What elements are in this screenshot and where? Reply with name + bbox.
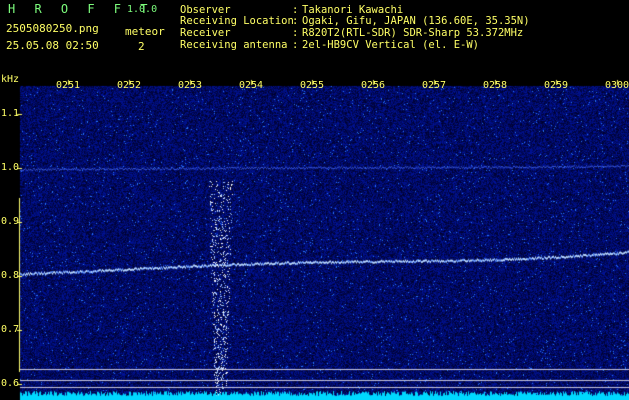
meteor-label: meteor [125, 25, 165, 38]
spectrogram-canvas [0, 0, 629, 400]
info-key: Receiving Location [180, 15, 294, 27]
x-tick-label: 0258 [483, 80, 508, 91]
y-tick-label: 1.0 [1, 162, 20, 174]
y-tick-label: 0.7 [1, 323, 20, 335]
info-value: 2el-HB9CV Vertical (el. E-W) [302, 39, 480, 51]
x-tick-label: 0257 [422, 80, 447, 91]
x-tick-label: 0255 [300, 80, 325, 91]
app-version: 1.0.0 [127, 4, 158, 15]
info-separator: : [292, 27, 299, 39]
info-key: Receiver [180, 27, 231, 39]
x-tick-label: 0254 [239, 80, 264, 91]
y-tick-label: 1.1 [1, 108, 20, 120]
info-key: Receiving antenna [180, 39, 288, 51]
file-name: 2505080250.png [6, 22, 99, 35]
info-value: Ogaki, Gifu, JAPAN (136.60E, 35.35N) [302, 15, 530, 27]
x-tick-label: 0253 [178, 80, 203, 91]
date-time: 25.05.08 02:50 [6, 39, 99, 52]
info-row-location: Receiving Location: Ogaki, Gifu, JAPAN (1… [180, 16, 530, 27]
info-separator: : [292, 39, 299, 51]
info-row-receiver: Receiver: R820T2(RTL-SDR) SDR-Sharp 53.37… [180, 28, 523, 39]
info-value: R820T2(RTL-SDR) SDR-Sharp 53.372MHz [302, 27, 524, 39]
info-row-antenna: Receiving antenna:2el-HB9CV Vertical (el… [180, 40, 479, 51]
x-tick-label: 0251 [56, 80, 81, 91]
y-tick-label: 0.8 [1, 270, 20, 282]
meteor-count: 2 [138, 40, 145, 53]
y-tick-label: 0.9 [1, 216, 20, 228]
hrofft-window: H R O F F T 1.0.0 2505080250.png 25.05.0… [0, 0, 629, 400]
x-tick-label: 0259 [544, 80, 569, 91]
y-tick-label: 0.6 [1, 377, 20, 389]
info-separator: : [292, 15, 299, 27]
x-tick-label: 0256 [361, 80, 386, 91]
unit-label: kHz [1, 74, 20, 85]
x-tick-label: 0300 [605, 80, 629, 91]
x-tick-label: 0252 [117, 80, 142, 91]
